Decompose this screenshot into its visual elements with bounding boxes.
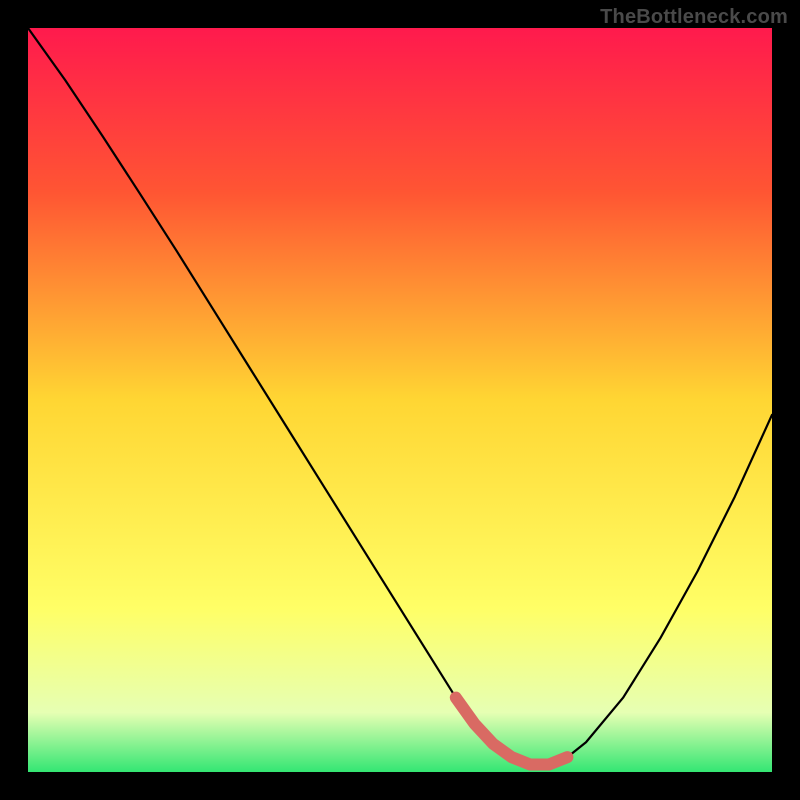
watermark-label: TheBottleneck.com <box>600 6 788 29</box>
page-root: TheBottleneck.com <box>0 0 800 800</box>
bottleneck-chart <box>28 28 772 772</box>
gradient-background <box>28 28 772 772</box>
plot-area <box>28 28 772 772</box>
